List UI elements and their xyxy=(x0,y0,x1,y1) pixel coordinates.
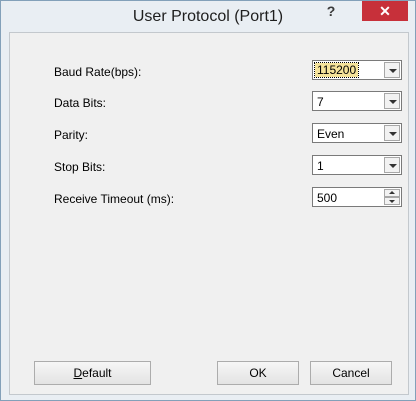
spin-down-icon[interactable] xyxy=(384,197,400,205)
close-icon: ✕ xyxy=(379,3,391,19)
help-button[interactable]: ? xyxy=(319,3,343,23)
parity-select[interactable]: Even xyxy=(312,123,402,143)
data-bits-label: Data Bits: xyxy=(54,96,107,110)
chevron-down-icon[interactable] xyxy=(384,62,400,78)
receive-timeout-spinbox[interactable]: 500 xyxy=(312,187,402,207)
dialog-body: Baud Rate(bps): 115200 Data Bits: 7 Pari… xyxy=(9,32,409,395)
dialog-title: User Protocol (Port1) xyxy=(132,8,284,25)
stop-bits-select[interactable]: 1 xyxy=(312,155,402,175)
ok-button[interactable]: OK xyxy=(217,361,299,385)
cancel-button-label: Cancel xyxy=(332,366,370,380)
spin-control xyxy=(384,189,400,205)
parity-label: Parity: xyxy=(54,128,89,142)
default-button-label: Default xyxy=(73,366,112,380)
baud-rate-label: Baud Rate(bps): xyxy=(54,65,142,79)
close-button[interactable]: ✕ xyxy=(362,1,408,21)
receive-timeout-value: 500 xyxy=(317,191,338,205)
data-bits-value: 7 xyxy=(317,95,324,109)
stop-bits-label: Stop Bits: xyxy=(54,160,106,174)
stop-bits-value: 1 xyxy=(317,159,324,173)
ok-button-label: OK xyxy=(249,366,267,380)
chevron-down-icon[interactable] xyxy=(384,157,400,173)
chevron-down-icon[interactable] xyxy=(384,125,400,141)
baud-rate-select[interactable]: 115200 xyxy=(312,60,402,80)
title-bar[interactable]: User Protocol (Port1) ? ✕ xyxy=(1,1,415,31)
spin-up-icon[interactable] xyxy=(384,189,400,197)
receive-timeout-label: Receive Timeout (ms): xyxy=(54,192,175,206)
dialog-window: User Protocol (Port1) ? ✕ Baud Rate(bps)… xyxy=(0,0,416,401)
chevron-down-icon[interactable] xyxy=(384,93,400,109)
cancel-button[interactable]: Cancel xyxy=(310,361,392,385)
parity-value: Even xyxy=(317,127,345,141)
baud-rate-value: 115200 xyxy=(313,62,360,78)
default-button[interactable]: Default xyxy=(34,361,151,385)
help-icon: ? xyxy=(326,3,336,19)
data-bits-select[interactable]: 7 xyxy=(312,91,402,111)
